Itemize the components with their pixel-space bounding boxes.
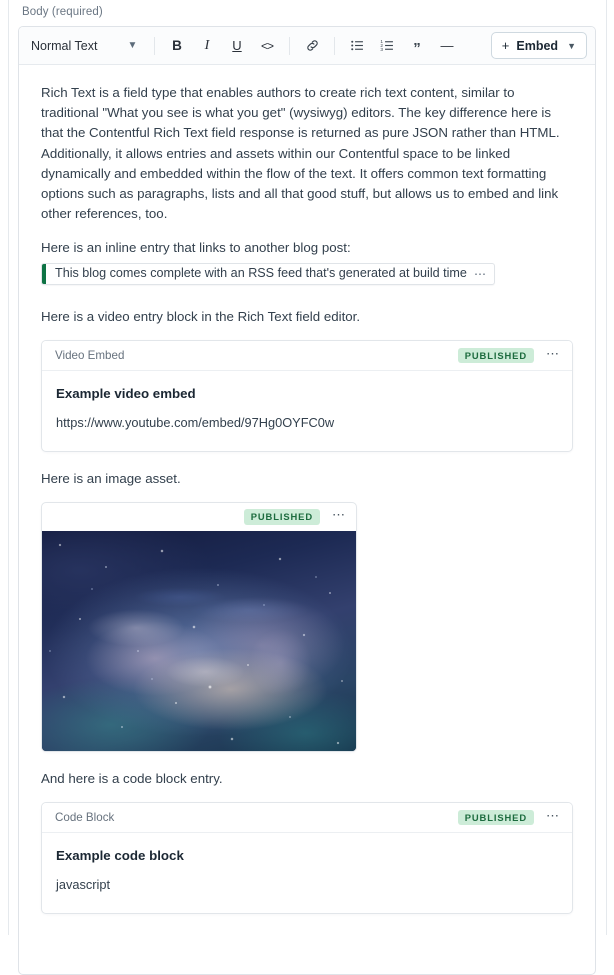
video-lead: Here is a video entry block in the Rich … bbox=[41, 308, 361, 324]
image-lead: Here is an image asset. bbox=[41, 470, 181, 486]
intro-paragraph: Rich Text is a field type that enables a… bbox=[41, 85, 560, 222]
toolbar-divider bbox=[154, 36, 155, 55]
toolbar-divider bbox=[289, 36, 290, 55]
code-block-card-type: Code Block bbox=[55, 810, 115, 824]
inline-entry-chip[interactable]: This blog comes complete with an RSS fee… bbox=[41, 262, 495, 285]
video-embed-card-header: Video Embed PUBLISHED ⋯ bbox=[42, 341, 572, 372]
code-icon[interactable]: <> bbox=[255, 34, 279, 58]
card-menu-icon[interactable]: ⋯ bbox=[534, 809, 562, 826]
editor-content[interactable]: Rich Text is a field type that enables a… bbox=[19, 65, 595, 914]
card-menu-icon[interactable]: ⋯ bbox=[534, 347, 562, 364]
link-icon[interactable] bbox=[300, 34, 324, 58]
bulleted-list-icon[interactable] bbox=[345, 34, 369, 58]
video-embed-title: Example video embed bbox=[56, 386, 196, 402]
video-embed-url: https://www.youtube.com/embed/97Hg0OYFC0… bbox=[56, 415, 335, 431]
code-block-card[interactable]: Code Block PUBLISHED ⋯ Example code bloc… bbox=[41, 802, 573, 914]
video-embed-card-body: Example video embed https://www.youtube.… bbox=[42, 371, 572, 451]
inline-entry-lead: Here is an inline entry that links to an… bbox=[41, 240, 351, 256]
video-embed-card[interactable]: Video Embed PUBLISHED ⋯ Example video em… bbox=[41, 340, 573, 452]
card-menu-icon[interactable]: ⋯ bbox=[320, 508, 348, 525]
horizontal-rule-icon[interactable]: — bbox=[435, 34, 459, 58]
embed-button[interactable]: + Embed ▼ bbox=[490, 32, 587, 59]
chevron-down-icon: ▼ bbox=[567, 40, 576, 51]
page-rail-left bbox=[8, 0, 9, 935]
galaxy-image bbox=[42, 530, 356, 751]
image-asset-card[interactable]: PUBLISHED ⋯ bbox=[41, 501, 357, 752]
code-block-title: Example code block bbox=[56, 848, 184, 864]
code-block-card-body: Example code block javascript bbox=[42, 833, 572, 913]
underline-button[interactable]: U bbox=[225, 34, 249, 58]
page-rail-right bbox=[606, 0, 607, 935]
status-badge: PUBLISHED bbox=[457, 809, 534, 826]
code-block-language: javascript bbox=[56, 877, 111, 893]
blockquote-icon[interactable]: ” bbox=[405, 34, 429, 58]
chevron-down-icon: ▼ bbox=[127, 39, 138, 51]
field-label: Body (required) bbox=[22, 6, 103, 18]
inline-entry-menu-icon[interactable]: ⋯ bbox=[474, 268, 494, 280]
bold-button[interactable]: B bbox=[165, 34, 189, 58]
rich-text-editor: Normal Text ▼ B I U <> 1 2 3 ” — + Embed… bbox=[18, 26, 596, 975]
video-embed-card-type: Video Embed bbox=[55, 348, 125, 362]
status-badge: PUBLISHED bbox=[457, 347, 534, 364]
svg-text:3: 3 bbox=[380, 47, 383, 52]
numbered-list-icon[interactable]: 1 2 3 bbox=[375, 34, 399, 58]
status-badge: PUBLISHED bbox=[243, 509, 320, 525]
code-lead: And here is a code block entry. bbox=[41, 770, 223, 786]
inline-entry-title: This blog comes complete with an RSS fee… bbox=[55, 266, 467, 281]
code-block-card-header: Code Block PUBLISHED ⋯ bbox=[42, 803, 572, 834]
italic-button[interactable]: I bbox=[195, 34, 219, 58]
text-style-value: Normal Text bbox=[31, 38, 98, 53]
plus-icon: + bbox=[501, 38, 510, 53]
embed-button-label: Embed bbox=[516, 38, 559, 53]
rich-text-field: Body (required) Normal Text ▼ B I U <> 1… bbox=[18, 0, 596, 975]
image-asset-card-header: PUBLISHED ⋯ bbox=[42, 503, 356, 531]
galaxy-image-stars bbox=[42, 530, 356, 751]
text-style-dropdown[interactable]: Normal Text ▼ bbox=[29, 35, 147, 57]
editor-toolbar: Normal Text ▼ B I U <> 1 2 3 ” — + Embed… bbox=[19, 27, 595, 65]
toolbar-divider bbox=[334, 36, 335, 55]
